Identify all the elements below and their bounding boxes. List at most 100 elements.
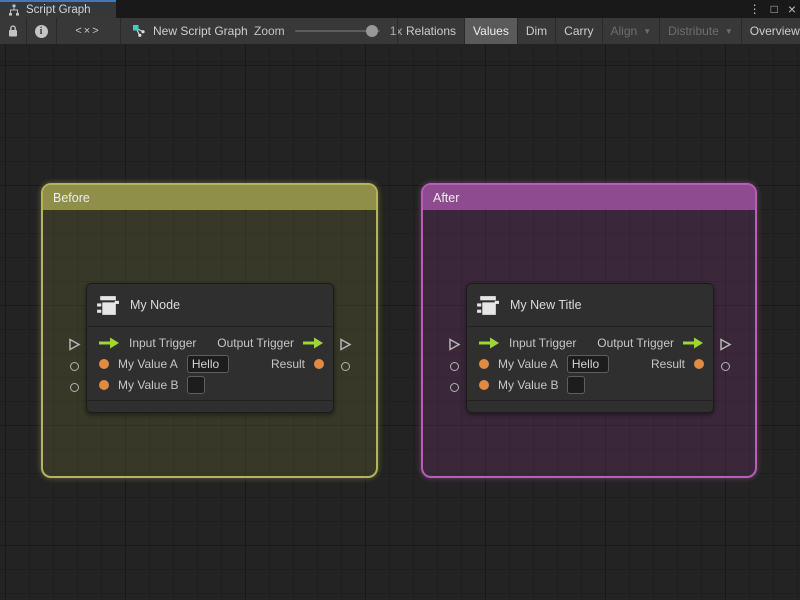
close-icon[interactable]: × bbox=[788, 0, 796, 18]
value-a-port-icon[interactable] bbox=[99, 358, 109, 369]
port-row-value-a: My Value A Result bbox=[87, 353, 333, 374]
node-body: Input Trigger Output Trigger My Value A bbox=[467, 327, 713, 395]
value-b-port-icon[interactable] bbox=[99, 379, 109, 390]
external-value-b-port[interactable] bbox=[70, 383, 79, 392]
input-trigger-label: Input Trigger bbox=[129, 335, 197, 350]
node-footer bbox=[87, 400, 333, 412]
code-icon: <×> bbox=[75, 25, 101, 37]
value-b-port-icon[interactable] bbox=[479, 379, 489, 390]
flow-input-icon[interactable] bbox=[99, 337, 120, 349]
values-button[interactable]: Values bbox=[465, 18, 517, 44]
maximize-icon[interactable]: □ bbox=[771, 0, 778, 18]
breadcrumb-label: New Script Graph bbox=[153, 24, 248, 38]
external-output-trigger-port[interactable] bbox=[339, 338, 352, 354]
port-row-trigger: Input Trigger Output Trigger bbox=[467, 332, 713, 353]
flow-input-icon[interactable] bbox=[479, 337, 500, 349]
node-body: Input Trigger Output Trigger My Value A bbox=[87, 327, 333, 395]
node-header[interactable]: My New Title bbox=[467, 284, 713, 327]
flow-output-icon[interactable] bbox=[683, 337, 704, 349]
external-value-a-port[interactable] bbox=[450, 362, 459, 371]
relations-button[interactable]: Relations bbox=[398, 18, 464, 44]
window-controls: ⋮ □ × bbox=[749, 0, 796, 18]
value-a-label: My Value A bbox=[118, 356, 178, 371]
lock-icon bbox=[9, 25, 17, 37]
carry-button[interactable]: Carry bbox=[556, 18, 601, 44]
info-icon: i bbox=[34, 24, 48, 38]
node-my-new-title[interactable]: My New Title Input Trigger Output Trigge… bbox=[449, 283, 732, 413]
script-graph-window: Script Graph ⋮ □ × i <×> New Script Grap… bbox=[0, 0, 800, 600]
toolbar-separator bbox=[56, 18, 57, 44]
tab-title: Script Graph bbox=[26, 4, 91, 16]
chevron-down-icon: ▼ bbox=[724, 26, 733, 36]
carry-label: Carry bbox=[564, 24, 594, 38]
align-dropdown[interactable]: Align ▼ bbox=[603, 18, 660, 44]
breadcrumb[interactable]: New Script Graph bbox=[132, 18, 248, 44]
relations-label: Relations bbox=[406, 24, 457, 38]
align-label: Align bbox=[610, 24, 638, 38]
window-menu-icon[interactable]: ⋮ bbox=[749, 0, 761, 18]
values-label: Values bbox=[473, 24, 509, 38]
zoom-control: Zoom 1x bbox=[254, 18, 402, 44]
group-after-title: After bbox=[433, 190, 460, 205]
chevron-down-icon: ▼ bbox=[643, 26, 652, 36]
code-view-button[interactable]: <×> bbox=[56, 18, 120, 44]
value-b-label: My Value B bbox=[118, 377, 179, 392]
port-row-trigger: Input Trigger Output Trigger bbox=[87, 332, 333, 353]
port-row-value-b: My Value B bbox=[467, 374, 713, 395]
overview-button[interactable]: Overview bbox=[742, 18, 800, 44]
unit-node-icon bbox=[477, 295, 499, 315]
zoom-slider-knob[interactable] bbox=[365, 25, 378, 37]
value-b-input[interactable] bbox=[567, 375, 586, 394]
value-a-input[interactable] bbox=[186, 354, 229, 373]
node-footer bbox=[467, 400, 713, 412]
input-trigger-label: Input Trigger bbox=[509, 335, 577, 350]
result-label: Result bbox=[270, 356, 305, 371]
node-title: My Node bbox=[130, 298, 181, 312]
overview-label: Overview bbox=[749, 24, 800, 38]
group-before-header[interactable]: Before bbox=[43, 185, 376, 210]
distribute-dropdown[interactable]: Distribute ▼ bbox=[660, 18, 741, 44]
value-b-label: My Value B bbox=[498, 377, 559, 392]
tab-bar: Script Graph ⋮ □ × bbox=[0, 0, 800, 18]
value-a-input[interactable] bbox=[566, 354, 609, 373]
graph-canvas[interactable]: Before After My Node Input Trigger Outpu… bbox=[0, 44, 800, 600]
external-input-trigger-port[interactable] bbox=[448, 338, 461, 354]
toolbar-left-icons: i <×> bbox=[0, 18, 121, 44]
node-my-node[interactable]: My Node Input Trigger Output Trigger My … bbox=[69, 283, 352, 413]
zoom-slider[interactable] bbox=[294, 25, 380, 37]
info-button[interactable]: i bbox=[26, 18, 56, 44]
external-value-a-port[interactable] bbox=[70, 362, 79, 371]
group-after-header[interactable]: After bbox=[423, 185, 755, 210]
toolbar-separator bbox=[26, 18, 27, 44]
output-trigger-label: Output Trigger bbox=[217, 335, 294, 350]
unit-node-icon bbox=[97, 295, 119, 315]
port-row-value-a: My Value A Result bbox=[467, 353, 713, 374]
output-trigger-label: Output Trigger bbox=[597, 335, 674, 350]
toolbar-separator bbox=[120, 18, 121, 44]
external-value-b-port[interactable] bbox=[450, 383, 459, 392]
node-title: My New Title bbox=[510, 298, 582, 312]
tab-script-graph[interactable]: Script Graph bbox=[0, 0, 116, 18]
script-graph-tab-icon bbox=[9, 4, 19, 16]
result-port-icon[interactable] bbox=[694, 358, 704, 369]
graph-toolbar: i <×> New Script Graph Zoom 1x bbox=[0, 18, 800, 44]
zoom-label: Zoom bbox=[254, 24, 285, 38]
result-label: Result bbox=[650, 356, 685, 371]
node-header[interactable]: My Node bbox=[87, 284, 333, 327]
value-a-port-icon[interactable] bbox=[479, 358, 489, 369]
value-b-input[interactable] bbox=[187, 375, 206, 394]
graph-asset-icon bbox=[133, 25, 145, 37]
dim-button[interactable]: Dim bbox=[518, 18, 555, 44]
group-before-title: Before bbox=[53, 190, 90, 205]
toolbar-actions: Relations Values Dim Carry Align ▼ Distr… bbox=[397, 18, 800, 44]
dim-label: Dim bbox=[525, 24, 548, 38]
flow-output-icon[interactable] bbox=[303, 337, 324, 349]
port-row-value-b: My Value B bbox=[87, 374, 333, 395]
external-input-trigger-port[interactable] bbox=[68, 338, 81, 354]
lock-button[interactable] bbox=[0, 18, 26, 44]
result-port-icon[interactable] bbox=[314, 358, 324, 369]
external-output-trigger-port[interactable] bbox=[719, 338, 732, 354]
value-a-label: My Value A bbox=[498, 356, 558, 371]
external-result-port[interactable] bbox=[341, 362, 350, 371]
external-result-port[interactable] bbox=[721, 362, 730, 371]
